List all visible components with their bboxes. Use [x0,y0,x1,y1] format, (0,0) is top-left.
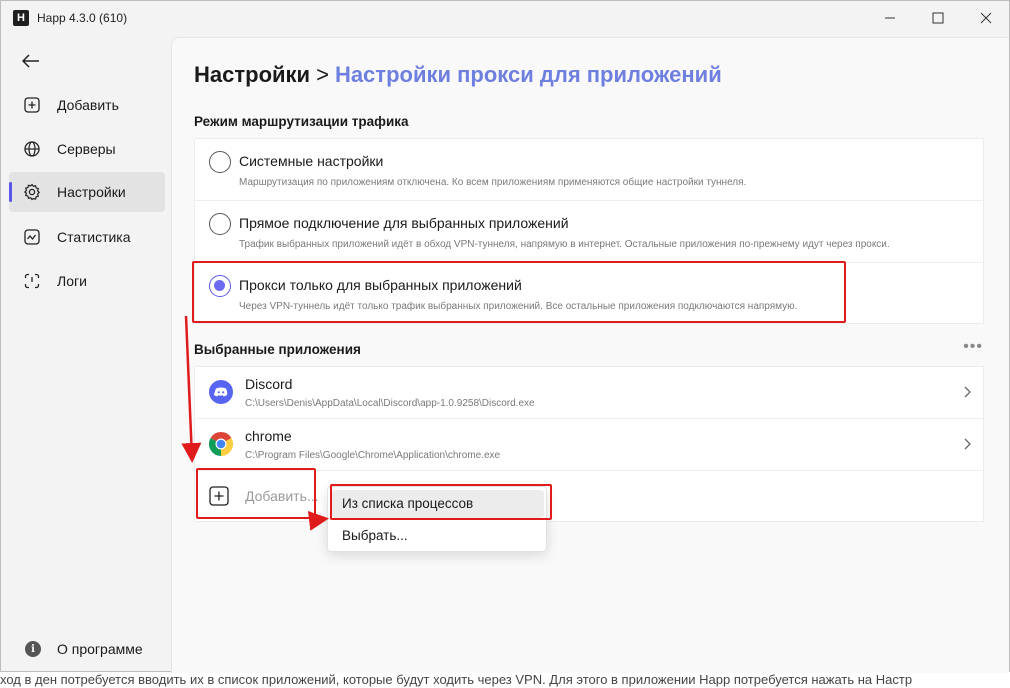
gear-icon [23,183,41,201]
sidebar-item-label: Логи [57,273,87,289]
routing-option-proxy-only[interactable]: Прокси только для выбранных приложений Ч… [195,263,985,325]
globe-icon [23,140,41,158]
app-row-chrome[interactable]: chrome C:\Program Files\Google\Chrome\Ap… [195,419,985,471]
chevron-right-icon [964,438,971,450]
page-title: Настройки > Настройки прокси для приложени… [194,62,722,88]
radio-button[interactable] [209,213,231,235]
sidebar-item-label: Статистика [57,229,131,245]
radio-label: Системные настройки [239,153,384,169]
apps-section-title: Выбранные приложения [194,342,361,357]
routing-option-direct[interactable]: Прямое подключение для выбранных приложе… [195,201,985,263]
app-logo-icon: H [13,10,29,26]
breadcrumb-current: Настройки прокси для приложений [334,62,722,87]
sidebar-item-label: Добавить [57,97,119,113]
minimize-button[interactable] [867,1,913,35]
plus-square-icon [209,486,229,506]
sidebar-item-label: Серверы [57,141,116,157]
maximize-icon [932,12,944,24]
app-name: Discord [245,376,293,392]
radio-button-checked[interactable] [209,275,231,297]
radio-description: Маршрутизация по приложениям отключена. … [239,177,747,188]
title-bar: H Happ 4.3.0 (610) [1,1,1009,35]
chart-icon [23,228,41,246]
chevron-right-icon [964,386,971,398]
maximize-button[interactable] [915,1,961,35]
background-text: ход в ден потребуется вводить их в списо… [0,672,1010,688]
menu-item-browse[interactable]: Выбрать... [332,522,544,550]
chrome-icon [208,432,234,456]
more-options-button[interactable]: ••• [963,338,983,356]
app-path: C:\Users\Denis\AppData\Local\Discord\app… [245,398,535,409]
breadcrumb-separator: > [316,62,329,87]
close-icon [980,12,992,24]
close-button[interactable] [963,1,1009,35]
sidebar-item-label: О программе [57,641,143,657]
sidebar-item-label: Настройки [57,184,126,200]
minimize-icon [885,17,895,19]
app-path: C:\Program Files\Google\Chrome\Applicati… [245,450,501,461]
add-app-label: Добавить... [245,488,319,504]
add-app-button[interactable]: Добавить... [195,471,985,521]
info-icon: i [25,641,41,657]
app-window: H Happ 4.3.0 (610) Добавить Серверы Наст… [0,0,1010,673]
discord-icon [209,380,233,404]
back-button[interactable] [13,45,49,77]
radio-label: Прокси только для выбранных приложений [239,277,522,293]
app-name: chrome [245,428,292,444]
sidebar-item-add[interactable]: Добавить [9,85,165,125]
routing-option-system[interactable]: Системные настройки Маршрутизация по при… [195,139,985,201]
window-title: Happ 4.3.0 (610) [37,11,128,25]
menu-item-from-processes[interactable]: Из списка процессов [332,490,544,518]
arrow-left-icon [22,54,39,68]
sidebar: Добавить Серверы Настройки Статистика Ло… [1,35,171,671]
context-menu: Из списка процессов Выбрать... [327,486,547,552]
radio-label: Прямое подключение для выбранных приложе… [239,215,569,231]
sidebar-item-statistics[interactable]: Статистика [9,217,165,257]
routing-section-title: Режим маршрутизации трафика [194,114,409,129]
log-icon [23,272,41,290]
sidebar-item-servers[interactable]: Серверы [9,129,165,169]
sidebar-item-logs[interactable]: Логи [9,261,165,301]
radio-description: Через VPN-туннель идёт только трафик выб… [239,301,798,312]
plus-square-icon [23,96,41,114]
radio-button[interactable] [209,151,231,173]
sidebar-item-settings[interactable]: Настройки [9,172,165,212]
radio-description: Трафик выбранных приложений идёт в обход… [239,239,890,250]
breadcrumb-root[interactable]: Настройки [194,62,310,87]
main-content: Настройки > Настройки прокси для приложени… [171,37,1009,673]
routing-options-card: Системные настройки Маршрутизация по при… [194,138,985,325]
apps-card: Discord C:\Users\Denis\AppData\Local\Dis… [194,366,985,522]
app-row-discord[interactable]: Discord C:\Users\Denis\AppData\Local\Dis… [195,367,985,419]
sidebar-item-about[interactable]: i О программе [9,633,165,665]
